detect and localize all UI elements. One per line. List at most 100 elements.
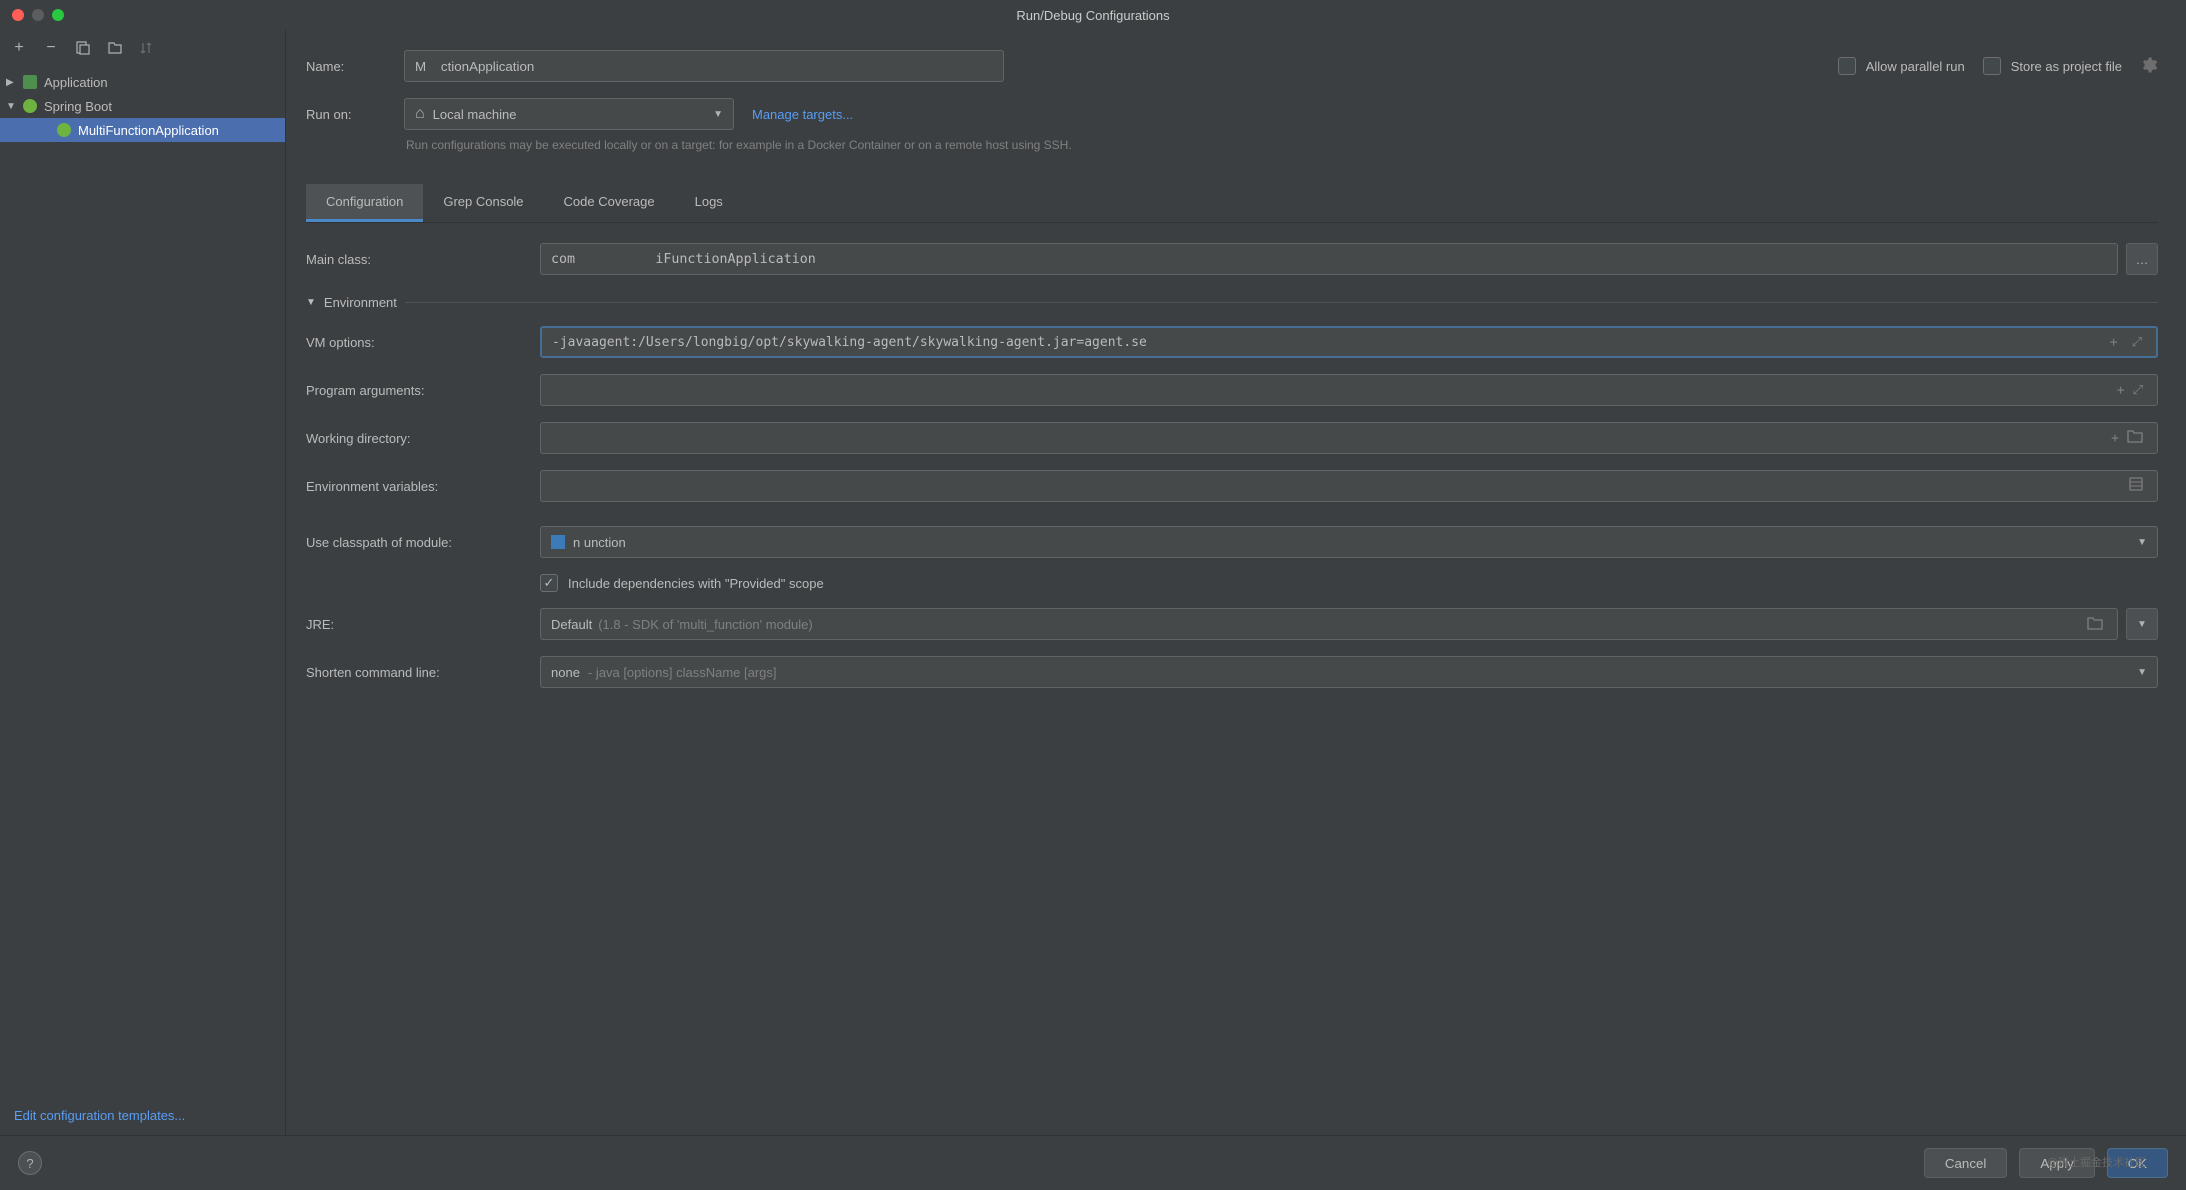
maximize-window-button[interactable] xyxy=(52,9,64,21)
help-button[interactable]: ? xyxy=(18,1151,42,1175)
titlebar: Run/Debug Configurations xyxy=(0,0,2186,30)
cancel-button[interactable]: Cancel xyxy=(1924,1148,2008,1178)
shorten-row: Shorten command line: none - java [optio… xyxy=(306,656,2158,688)
edit-env-vars-icon[interactable] xyxy=(2125,477,2147,495)
sidebar: + − ▶ Application ▼ xyxy=(0,30,286,1135)
module-icon xyxy=(551,535,565,549)
tree-label: Spring Boot xyxy=(44,99,112,114)
save-config-button[interactable] xyxy=(106,39,124,57)
edit-templates-link[interactable]: Edit configuration templates... xyxy=(14,1108,185,1123)
remove-config-button[interactable]: − xyxy=(42,39,60,57)
run-on-label: Run on: xyxy=(306,107,386,122)
collapse-arrow-icon: ▼ xyxy=(306,297,316,308)
tab-configuration[interactable]: Configuration xyxy=(306,184,423,222)
copy-icon xyxy=(75,40,91,56)
spring-boot-icon xyxy=(22,98,38,114)
environment-section-label: Environment xyxy=(324,295,397,310)
name-input[interactable] xyxy=(404,50,1004,82)
expand-field-icon[interactable]: ⤢ xyxy=(2129,383,2147,398)
main-class-input[interactable] xyxy=(540,243,2118,275)
tree-node-multifunctionapplication[interactable]: MultiFunctionApplication xyxy=(0,118,285,142)
chevron-down-icon: ▼ xyxy=(2137,667,2147,678)
name-label: Name: xyxy=(306,59,386,74)
minimize-window-button[interactable] xyxy=(32,9,44,21)
jre-input[interactable]: Default (1.8 - SDK of 'multi_function' m… xyxy=(540,608,2118,640)
copy-config-button[interactable] xyxy=(74,39,92,57)
browse-folder-icon[interactable] xyxy=(2123,429,2147,447)
application-icon xyxy=(22,74,38,90)
checkbox-checked-icon xyxy=(540,574,558,592)
environment-section-header[interactable]: ▼ Environment xyxy=(306,295,2158,310)
vm-options-input[interactable]: -javaagent:/Users/longbig/opt/skywalking… xyxy=(540,326,2158,358)
tree-label: Application xyxy=(44,75,108,90)
add-config-button[interactable]: + xyxy=(10,39,28,57)
sort-icon xyxy=(139,40,155,56)
tree-node-spring-boot[interactable]: ▼ Spring Boot xyxy=(0,94,285,118)
classpath-label: Use classpath of module: xyxy=(306,535,526,550)
insert-macro-icon[interactable]: + xyxy=(2107,431,2123,446)
working-dir-label: Working directory: xyxy=(306,431,526,446)
tabs: Configuration Grep Console Code Coverage… xyxy=(306,184,2158,223)
include-deps-row: Include dependencies with "Provided" sco… xyxy=(306,574,2158,592)
configuration-form: Main class: … ▼ Environment VM options: xyxy=(306,223,2158,704)
env-vars-row: Environment variables: xyxy=(306,470,2158,502)
classpath-value: n unction xyxy=(573,535,626,550)
store-as-project-checkbox[interactable]: Store as project file xyxy=(1983,57,2122,75)
run-on-row: Run on: Local machine ▼ Manage targets..… xyxy=(306,98,2158,130)
tab-code-coverage[interactable]: Code Coverage xyxy=(544,184,675,222)
tree-label: MultiFunctionApplication xyxy=(78,123,219,138)
jre-label: JRE: xyxy=(306,617,526,632)
folder-icon xyxy=(107,40,123,56)
insert-macro-icon[interactable]: + xyxy=(2106,335,2122,350)
insert-macro-icon[interactable]: + xyxy=(2113,383,2129,398)
run-on-value: Local machine xyxy=(433,107,517,122)
shorten-label: Shorten command line: xyxy=(306,665,526,680)
spring-boot-icon xyxy=(56,122,72,138)
gear-icon[interactable] xyxy=(2140,56,2158,77)
divider xyxy=(405,302,2158,303)
name-row: Name: Allow parallel run Store as projec… xyxy=(306,50,2158,82)
window-title: Run/Debug Configurations xyxy=(1016,8,1169,23)
shorten-dropdown[interactable]: none - java [options] className [args] ▼ xyxy=(540,656,2158,688)
classpath-dropdown[interactable]: n unction ▼ xyxy=(540,526,2158,558)
allow-parallel-checkbox[interactable]: Allow parallel run xyxy=(1838,57,1965,75)
program-args-label: Program arguments: xyxy=(306,383,526,398)
traffic-lights xyxy=(0,9,64,21)
home-icon xyxy=(415,105,425,123)
tree-node-application[interactable]: ▶ Application xyxy=(0,70,285,94)
working-dir-input[interactable]: + xyxy=(540,422,2158,454)
include-deps-label: Include dependencies with "Provided" sco… xyxy=(568,576,824,591)
env-vars-label: Environment variables: xyxy=(306,479,526,494)
watermark: @稀土掘金技术社区 xyxy=(2047,1154,2146,1170)
main-class-label: Main class: xyxy=(306,252,526,267)
jre-dropdown-button[interactable]: ▼ xyxy=(2126,608,2158,640)
main-area: + − ▶ Application ▼ xyxy=(0,30,2186,1135)
run-on-dropdown[interactable]: Local machine ▼ xyxy=(404,98,734,130)
chevron-down-icon: ▼ xyxy=(2137,537,2147,548)
program-args-row: Program arguments: + ⤢ xyxy=(306,374,2158,406)
sidebar-footer: Edit configuration templates... xyxy=(0,1096,285,1135)
close-window-button[interactable] xyxy=(12,9,24,21)
tab-logs[interactable]: Logs xyxy=(675,184,743,222)
tab-grep-console[interactable]: Grep Console xyxy=(423,184,543,222)
expand-arrow-icon: ▶ xyxy=(6,77,16,88)
sidebar-toolbar: + − xyxy=(0,30,285,66)
vm-options-row: VM options: -javaagent:/Users/longbig/op… xyxy=(306,326,2158,358)
sort-config-button[interactable] xyxy=(138,39,156,57)
working-dir-row: Working directory: + xyxy=(306,422,2158,454)
env-vars-input[interactable] xyxy=(540,470,2158,502)
browse-folder-icon[interactable] xyxy=(2083,616,2107,633)
program-args-input[interactable]: + ⤢ xyxy=(540,374,2158,406)
allow-parallel-label: Allow parallel run xyxy=(1866,59,1965,74)
window: Run/Debug Configurations + − ▶ xyxy=(0,0,2186,1190)
content-panel: Name: Allow parallel run Store as projec… xyxy=(286,30,2186,1135)
include-deps-checkbox[interactable]: Include dependencies with "Provided" sco… xyxy=(540,574,824,592)
expand-field-icon[interactable]: ⤢ xyxy=(2128,335,2146,350)
browse-class-button[interactable]: … xyxy=(2126,243,2158,275)
collapse-arrow-icon: ▼ xyxy=(6,101,16,112)
manage-targets-link[interactable]: Manage targets... xyxy=(752,107,853,122)
run-on-hint: Run configurations may be executed local… xyxy=(406,136,2158,154)
checkbox-icon xyxy=(1838,57,1856,75)
classpath-row: Use classpath of module: n unction ▼ xyxy=(306,526,2158,558)
footer: ? Cancel Apply OK xyxy=(0,1135,2186,1190)
